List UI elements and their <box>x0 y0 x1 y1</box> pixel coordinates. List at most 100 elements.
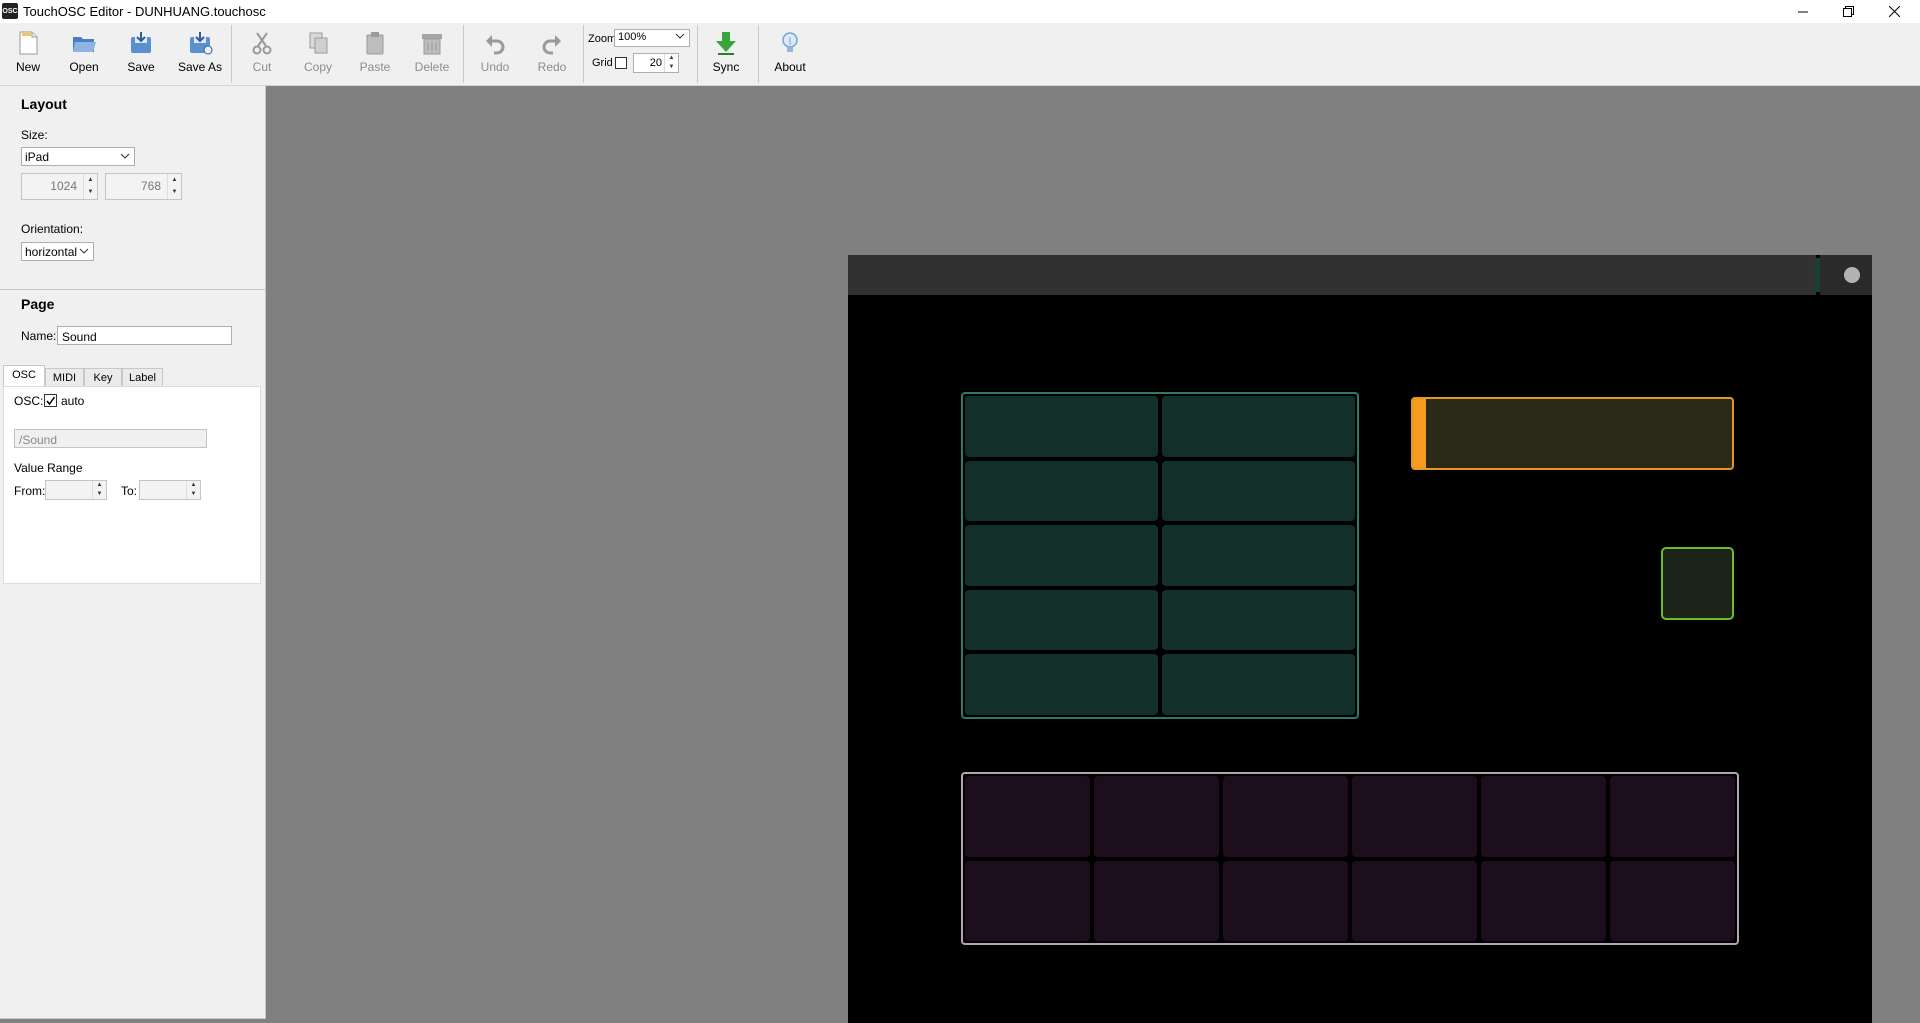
toggle-cell[interactable] <box>1094 776 1219 857</box>
save-as-button[interactable]: Save As <box>170 31 230 83</box>
toggle-cell[interactable] <box>1162 654 1355 715</box>
app-icon: OSC <box>2 3 18 19</box>
save-icon <box>131 32 151 53</box>
grid-size-spinbox[interactable]: 20 ▲ ▼ <box>633 53 679 73</box>
toolbar-separator <box>231 25 232 83</box>
toggle-cell[interactable] <box>1162 460 1355 522</box>
page-name-input[interactable]: Sound <box>57 326 232 345</box>
save-as-label: Save As <box>177 60 223 74</box>
toggle-cell[interactable] <box>1610 860 1735 941</box>
tab-key[interactable]: Key <box>84 368 122 386</box>
spin-arrows-icon[interactable]: ▲ ▼ <box>92 481 106 499</box>
toggle-cell[interactable] <box>965 776 1090 857</box>
minimize-button[interactable] <box>1780 0 1825 23</box>
sync-button[interactable]: Sync <box>698 31 754 83</box>
toggle-cell[interactable] <box>1162 589 1355 651</box>
editor-canvas[interactable] <box>266 86 1920 1023</box>
properties-panel: Layout Size: iPad 1024 ▲ ▼ 768 ▲ ▼ Orienta… <box>0 86 266 1019</box>
auto-checkbox[interactable] <box>44 394 57 407</box>
spin-arrows-icon[interactable]: ▲ ▼ <box>167 174 181 199</box>
toggle-cell[interactable] <box>1162 525 1355 586</box>
osc-tab-pane: OSC: auto /Sound Value Range From: ▲ ▼ To… <box>3 386 261 584</box>
zoom-value: 100% <box>618 31 647 43</box>
chevron-down-icon <box>79 248 89 254</box>
save-button[interactable]: Save <box>113 31 169 83</box>
toggle-cell[interactable] <box>1352 860 1477 941</box>
page-dot-icon[interactable] <box>1844 267 1860 283</box>
open-label: Open <box>69 60 99 74</box>
new-button[interactable]: New <box>0 31 56 83</box>
toggle-cell[interactable] <box>1481 776 1606 857</box>
trash-icon <box>422 34 442 55</box>
about-button[interactable]: About <box>762 31 818 83</box>
from-label: From: <box>14 484 46 498</box>
redo-button[interactable]: Redo <box>524 31 580 83</box>
toggle-cell[interactable] <box>1352 776 1477 857</box>
orientation-value: horizontal <box>25 245 78 259</box>
auto-label: auto <box>61 394 85 408</box>
minimize-icon <box>1797 11 1808 12</box>
toggle-cell[interactable] <box>965 525 1158 586</box>
osc-address-placeholder: /Sound <box>19 433 58 447</box>
checkmark-icon <box>46 396 56 406</box>
paste-button[interactable]: Paste <box>347 31 403 83</box>
fader-handle[interactable] <box>1413 399 1426 468</box>
page-tab-bar[interactable] <box>848 255 1816 295</box>
spin-arrows-icon[interactable]: ▲ ▼ <box>664 54 678 72</box>
page-name-label: Name: <box>21 329 57 343</box>
multi-toggle-green[interactable] <box>961 392 1359 719</box>
zoom-label: Zoom <box>588 33 617 45</box>
zoom-select[interactable]: 100% <box>614 29 690 47</box>
copy-icon <box>309 32 328 54</box>
new-label: New <box>15 60 40 74</box>
toggle-cell[interactable] <box>965 860 1090 941</box>
copy-button[interactable]: Copy <box>290 31 346 83</box>
toggle-cell[interactable] <box>1094 860 1219 941</box>
new-file-icon <box>19 31 38 55</box>
close-button[interactable] <box>1872 0 1917 23</box>
toggle-cell[interactable] <box>965 654 1158 715</box>
spin-arrows-icon[interactable]: ▲ ▼ <box>83 174 97 199</box>
restore-button[interactable] <box>1826 0 1871 23</box>
title-bar: OSC TouchOSC Editor - DUNHUANG.touchosc <box>0 0 1920 23</box>
toggle-cell[interactable] <box>1610 776 1735 857</box>
lightbulb-icon <box>782 32 798 52</box>
page-section-title: Page <box>21 296 55 312</box>
layout-height-spinbox[interactable]: 768 ▲ ▼ <box>105 173 182 200</box>
toolbar: New Open Save Save As Cut Copy Paste Del… <box>0 23 1920 86</box>
osc-address-input[interactable]: /Sound <box>14 429 207 448</box>
undo-button[interactable]: Undo <box>467 31 523 83</box>
orientation-label: Orientation: <box>21 222 84 236</box>
toolbar-separator <box>583 25 584 83</box>
toggle-cell[interactable] <box>1162 396 1355 457</box>
grid-checkbox[interactable] <box>615 57 627 69</box>
toggle-cell[interactable] <box>965 460 1158 522</box>
delete-button[interactable]: Delete <box>404 31 460 83</box>
range-from-spinbox[interactable]: ▲ ▼ <box>45 480 107 500</box>
device-layout[interactable] <box>848 255 1872 1023</box>
toggle-button[interactable] <box>1661 547 1734 620</box>
close-icon <box>1889 6 1900 17</box>
orientation-select[interactable]: horizontal <box>21 242 94 261</box>
size-select[interactable]: iPad <box>21 147 135 166</box>
cut-label: Cut <box>252 60 272 74</box>
tab-midi[interactable]: MIDI <box>45 368 84 386</box>
cut-button[interactable]: Cut <box>234 31 290 83</box>
toolbar-separator <box>758 25 759 83</box>
tab-label[interactable]: Label <box>122 368 163 386</box>
paste-label: Paste <box>359 60 391 74</box>
tab-osc[interactable]: OSC <box>3 365 45 387</box>
toggle-cell[interactable] <box>965 589 1158 651</box>
toggle-cell[interactable] <box>1481 860 1606 941</box>
toggle-cell[interactable] <box>1223 860 1348 941</box>
sync-download-icon <box>716 32 736 55</box>
layout-width-spinbox[interactable]: 1024 ▲ ▼ <box>21 173 98 200</box>
redo-label: Redo <box>537 60 567 74</box>
toggle-cell[interactable] <box>1223 776 1348 857</box>
multi-toggle-purple[interactable] <box>961 772 1739 945</box>
open-button[interactable]: Open <box>56 31 112 83</box>
spin-arrows-icon[interactable]: ▲ ▼ <box>186 481 200 499</box>
horizontal-fader[interactable] <box>1411 397 1734 470</box>
toggle-cell[interactable] <box>965 396 1158 457</box>
range-to-spinbox[interactable]: ▲ ▼ <box>139 480 201 500</box>
